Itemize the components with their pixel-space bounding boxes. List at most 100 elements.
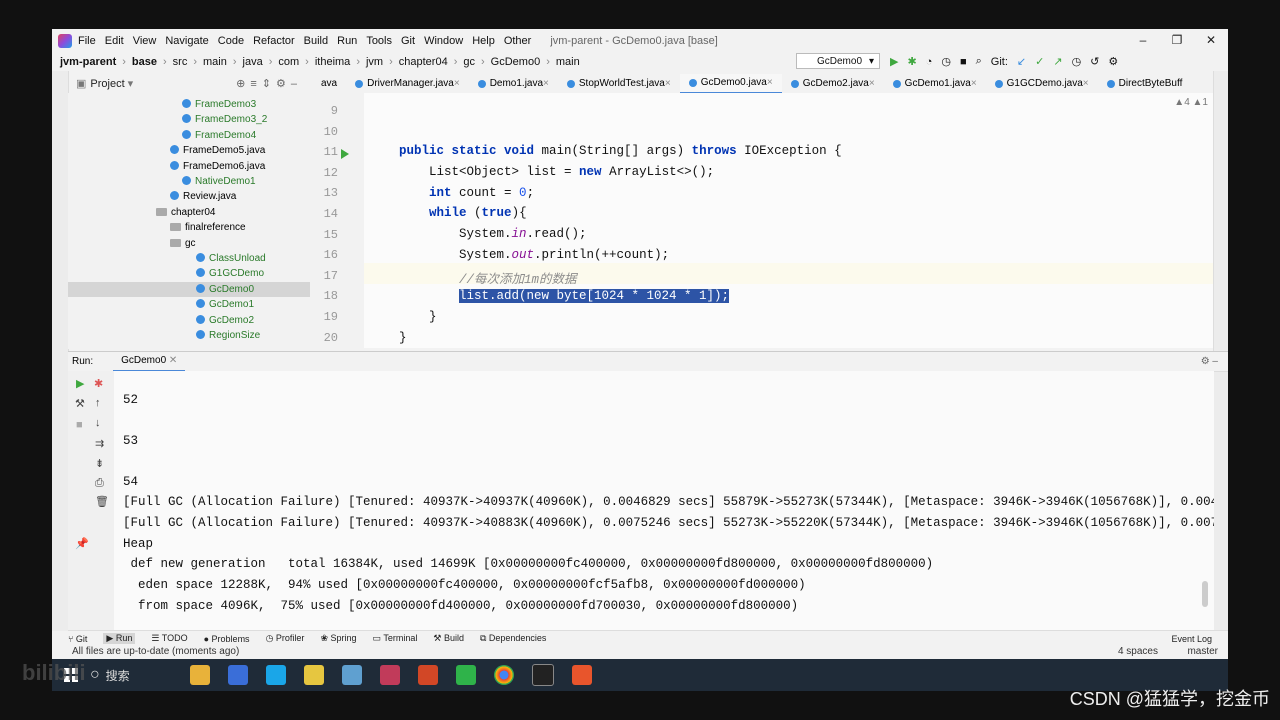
git-commit-icon[interactable]: ✓ [1035,55,1044,68]
search-icon[interactable]: ○ [90,666,100,684]
pin-icon[interactable]: 📌 [75,537,89,550]
breadcrumb-item[interactable]: base [132,56,157,68]
breadcrumb-item[interactable]: GcDemo0 [491,56,541,68]
close-icon[interactable]: × [665,74,671,93]
tree-item[interactable]: GcDemo0 [68,281,310,297]
run-tab-gcdemo0[interactable]: GcDemo0 ✕ [113,351,186,372]
soft-wrap-icon[interactable]: ⇉ [95,437,104,450]
tree-item[interactable]: chapter04 [68,205,310,220]
breadcrumb-item[interactable]: gc [463,56,475,68]
breadcrumb-item[interactable]: src [173,56,188,68]
tool-window-button[interactable]: ☰ TODO [151,633,187,644]
menu-view[interactable]: View [133,35,157,47]
breadcrumb-item[interactable]: java [243,56,263,68]
menu-git[interactable]: Git [401,35,415,47]
tree-item[interactable]: FrameDemo5.java [68,143,310,158]
stop-icon[interactable]: ■ [960,56,967,68]
menu-navigate[interactable]: Navigate [165,35,208,47]
inspection-widget[interactable]: ▲4 ▲1 [1174,97,1208,108]
git-push-icon[interactable]: ↗ [1053,55,1062,68]
run-gutter-icon[interactable] [341,149,349,159]
gear-icon[interactable]: ⚙ – [1201,356,1218,367]
app-icon[interactable] [341,665,362,685]
close-icon[interactable]: × [454,74,460,93]
app-icon[interactable] [571,665,592,685]
editor-tab[interactable]: G1GCDemo.java × [986,74,1098,93]
breadcrumb-item[interactable]: chapter04 [399,56,448,68]
app-icon[interactable] [227,665,248,685]
trash-icon[interactable]: 🗑 [95,495,109,508]
menu-refactor[interactable]: Refactor [253,35,295,47]
git-branch[interactable]: master [1187,645,1218,659]
close-icon[interactable]: × [543,74,549,93]
editor-tab[interactable]: GcDemo2.java × [782,74,884,93]
breadcrumb-item[interactable]: jvm-parent [60,56,116,68]
powerpoint-icon[interactable] [417,665,438,685]
tool-window-button[interactable]: ▭ Terminal [373,633,418,644]
code-editor[interactable]: ▲4 ▲1 9 10 11 12 13 14 15 16 17 18 19 20 public sta… [312,93,1228,348]
tool-window-button[interactable]: ● Problems [204,634,250,644]
menu-help[interactable]: Help [472,35,495,47]
tool-window-button[interactable]: ▶ Run [103,633,136,644]
console-scrollbar[interactable] [1202,581,1208,607]
menu-build[interactable]: Build [304,35,328,47]
terminal-icon[interactable] [531,664,554,686]
git-update-icon[interactable]: ↙ [1017,55,1026,68]
up-arrow-icon[interactable]: ↑ [95,397,101,409]
tree-item[interactable]: FrameDemo3 [68,97,310,112]
print-icon[interactable]: ⎙ [95,477,104,490]
tree-item[interactable]: FrameDemo6.java [68,159,310,174]
settings-icon[interactable]: ⚙ [1108,55,1118,68]
chrome-icon[interactable] [493,665,514,685]
menu-window[interactable]: Window [424,35,463,47]
tree-item[interactable]: RegionSize [68,328,310,343]
close-icon[interactable]: × [1083,74,1089,93]
tree-item[interactable]: GcDemo2 [68,313,310,328]
intellij-icon[interactable] [379,665,400,685]
file-explorer-icon[interactable] [189,665,210,685]
menu-file[interactable]: File [78,35,96,47]
camtasia-icon[interactable] [455,665,476,685]
debug-icon[interactable]: ✱ [907,55,916,68]
debug-icon[interactable]: ✱ [94,377,103,390]
coverage-icon[interactable]: ◔ [926,56,933,68]
breadcrumb-item[interactable]: main [203,56,227,68]
tool-window-button[interactable]: ⑂ Git [68,634,87,644]
search-icon[interactable]: ⌕ [976,55,982,68]
tool-window-button[interactable]: ⧉ Dependencies [480,633,546,644]
tool-window-button[interactable]: ◷ Profiler [266,633,305,644]
run-configuration-select[interactable]: GcDemo0 ▾ [796,53,880,69]
console-output[interactable]: 52 53 54 [Full GC (Allocation Failure) [Ten… [114,371,1214,633]
run-icon[interactable]: ▶ [890,55,898,68]
scroll-to-end-icon[interactable]: ⇟ [95,457,104,470]
editor-tab[interactable]: Demo1.java × [469,74,558,93]
tool-window-button[interactable]: ❀ Spring [320,633,356,644]
maximize-button[interactable]: ❐ [1160,29,1194,52]
app-icon[interactable] [265,665,286,685]
menu-tools[interactable]: Tools [366,35,392,47]
tree-item[interactable]: gc [68,236,310,251]
tree-item[interactable]: FrameDemo3_2 [68,112,310,127]
tree-item[interactable]: FrameDemo4 [68,128,310,143]
history-icon[interactable]: ◷ [1072,55,1082,68]
minimize-button[interactable]: – [1126,29,1160,52]
tree-item[interactable]: Review.java [68,189,310,204]
project-panel-actions[interactable]: ⊕≡⇕⚙– [236,77,302,90]
rerun-icon[interactable]: ▶ [76,377,84,390]
editor-tab[interactable]: DriverManager.java × [346,74,469,93]
tree-item[interactable]: NativeDemo1 [68,174,310,189]
breadcrumb-item[interactable]: main [556,56,580,68]
breadcrumb-item[interactable]: jvm [366,56,383,68]
project-panel-title[interactable]: Project [90,78,124,90]
editor-tab[interactable]: StopWorldTest.java × [558,74,680,93]
profile-icon[interactable]: ◷ [941,55,951,68]
close-icon[interactable]: × [767,74,773,92]
stop-icon[interactable]: ■ [76,419,83,431]
tree-item[interactable]: ClassUnload [68,251,310,266]
close-icon[interactable]: × [869,74,875,93]
tree-item[interactable]: finalreference [68,220,310,235]
editor-tab[interactable]: DirectByteBuff [1098,74,1192,93]
chevron-down-icon[interactable]: ▾ [128,77,134,90]
editor-tab[interactable]: GcDemo1.java × [884,74,986,93]
tree-item[interactable]: G1GCDemo [68,266,310,281]
